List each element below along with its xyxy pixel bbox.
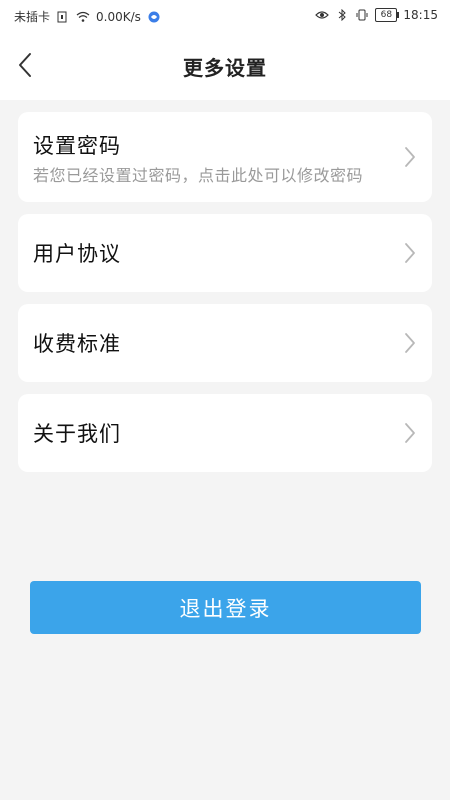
bluetooth-icon — [339, 9, 347, 21]
chevron-right-icon — [405, 333, 415, 353]
top-nav-bar: 更多设置 — [0, 30, 450, 100]
menu-item-label: 收费标准 — [33, 332, 121, 356]
menu-item-label: 用户协议 — [33, 242, 121, 266]
menu-item-pricing[interactable]: 收费标准 — [18, 304, 432, 382]
chevron-right-icon — [405, 423, 415, 443]
sim-icon — [57, 11, 67, 22]
eye-icon — [315, 11, 330, 19]
settings-menu: 设置密码 若您已经设置过密码，点击此处可以修改密码 用户协议 收费标准 关于我们 — [18, 112, 432, 484]
carrier-text: 未插卡 — [14, 10, 51, 24]
chevron-right-icon — [405, 147, 415, 167]
browser-icon — [148, 11, 160, 22]
menu-item-set-password[interactable]: 设置密码 若您已经设置过密码，点击此处可以修改密码 — [18, 112, 432, 202]
battery-icon: 68 — [375, 8, 400, 22]
logout-button[interactable]: 退出登录 — [30, 581, 421, 634]
vibrate-icon — [356, 9, 368, 21]
menu-item-description: 若您已经设置过密码，点击此处可以修改密码 — [33, 166, 364, 185]
menu-item-about-us[interactable]: 关于我们 — [18, 394, 432, 472]
menu-item-label: 关于我们 — [33, 422, 121, 446]
page-title: 更多设置 — [183, 56, 267, 80]
menu-item-user-agreement[interactable]: 用户协议 — [18, 214, 432, 292]
menu-item-label: 设置密码 — [33, 134, 121, 158]
chevron-right-icon — [405, 243, 415, 263]
network-speed: 0.00K/s — [96, 9, 141, 24]
clock: 18:15 — [403, 8, 438, 22]
status-bar: 未插卡 0.00K/s 68 18:15 — [0, 0, 450, 30]
wifi-icon — [76, 11, 90, 22]
